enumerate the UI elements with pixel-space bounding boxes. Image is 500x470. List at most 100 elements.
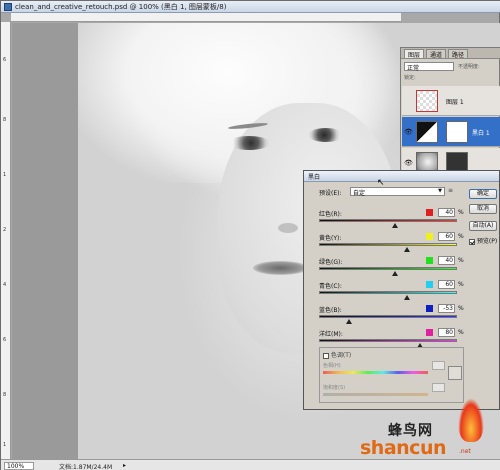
preview-checkbox[interactable] [469, 238, 475, 245]
tint-color-swatch [448, 366, 462, 380]
preset-menu-icon[interactable]: ≡ [448, 187, 460, 196]
preset-value: 自定 [353, 190, 366, 197]
percent-sign: % [458, 305, 464, 312]
slider-thumb[interactable] [391, 223, 398, 228]
percent-sign: % [458, 281, 464, 288]
ruler-tick-label: 1 [3, 172, 7, 178]
document-title: clean_and_creative_retouch.psd @ 100% (黑… [15, 3, 227, 11]
slider-value[interactable]: 60 [438, 280, 455, 289]
ruler-tick-label: 8 [3, 117, 7, 123]
cancel-button[interactable]: 取消 [469, 204, 497, 214]
preset-select[interactable]: 自定 ▼ [350, 187, 445, 197]
slider-thumb[interactable] [404, 295, 411, 300]
slider-value[interactable]: -53 [438, 304, 455, 313]
right-eye [308, 128, 344, 142]
ruler-tick-label: 8 [3, 392, 7, 398]
lock-label: 锁定: [404, 75, 416, 81]
document-size-info: 文档:1.87M/24.4M [59, 464, 113, 470]
adjustment-thumbnail [416, 121, 438, 143]
tint-group: 色调(T) 色相(H) 饱和度(S) [319, 347, 464, 403]
panel-tabs: 图层 通道 路径 [401, 48, 500, 59]
percent-sign: % [458, 257, 464, 264]
left-eye [228, 136, 270, 150]
percent-sign: % [458, 329, 464, 336]
ruler-tick-label: 1 [3, 442, 7, 448]
tint-checkbox[interactable] [323, 352, 329, 359]
slider-track[interactable] [319, 291, 457, 294]
top-ruler [11, 13, 401, 22]
document-titlebar[interactable]: clean_and_creative_retouch.psd @ 100% (黑… [1, 1, 500, 13]
watermark-domain: .net [459, 448, 471, 455]
color-swatch [426, 209, 433, 216]
tab-channels[interactable]: 通道 [426, 49, 447, 59]
slider-thumb[interactable] [346, 319, 353, 324]
slider-label: 蓝色(B): [319, 307, 342, 314]
hue-label: 色相(H) [323, 363, 341, 369]
slider-track[interactable] [319, 243, 457, 246]
saturation-field [432, 383, 445, 392]
slider-value[interactable]: 40 [438, 208, 455, 217]
lock-row: 锁定: [404, 74, 498, 83]
layer-mask-thumbnail[interactable] [446, 121, 468, 143]
percent-sign: % [458, 209, 464, 216]
color-swatch [426, 233, 433, 240]
tint-option[interactable]: 色调(T) [323, 350, 351, 359]
saturation-slider [323, 393, 428, 396]
layer-row-selected[interactable]: 👁 黑白 1 [402, 117, 500, 147]
preview-option[interactable]: 预览(P) [469, 236, 499, 245]
status-bar: 100% 文档:1.87M/24.4M ▸ [1, 459, 500, 470]
slider-thumb[interactable] [391, 271, 398, 276]
eye-icon[interactable]: 👁 [404, 128, 413, 136]
blend-row: 正常 不透明度: [404, 62, 498, 72]
hue-slider [323, 371, 428, 374]
slider-label: 红色(R): [319, 211, 342, 218]
slider-label: 洋红(M): [319, 331, 343, 338]
tab-layers[interactable]: 图层 [404, 49, 425, 59]
layers-panel: 图层 通道 路径 正常 不透明度: 锁定: 图层 1 👁 黑白 1 👁 [400, 47, 500, 187]
layer-name: 黑白 1 [472, 130, 490, 137]
chevron-down-icon: ▼ [438, 188, 442, 194]
slider-value[interactable]: 60 [438, 232, 455, 241]
watermark-brand: shancun [360, 437, 447, 459]
layer-row[interactable]: 图层 1 [402, 86, 500, 116]
nose [278, 223, 298, 233]
opacity-label: 不透明度: [458, 64, 480, 70]
ok-button[interactable]: 确定 [469, 189, 497, 199]
slider-label: 绿色(G): [319, 259, 343, 266]
color-swatch [426, 281, 433, 288]
document-icon [4, 3, 12, 11]
left-ruler: 6 8 1 2 4 6 8 1 [1, 22, 11, 459]
preset-label: 预设(E): [319, 190, 342, 197]
dialog-title: 黑白 [308, 174, 321, 181]
eye-icon[interactable]: 👁 [404, 159, 413, 167]
blend-mode-select[interactable]: 正常 [404, 62, 454, 72]
color-swatch [426, 257, 433, 264]
dialog-titlebar[interactable]: 黑白 [304, 171, 499, 182]
ruler-tick-label: 6 [3, 337, 7, 343]
layer-name: 图层 1 [446, 99, 464, 106]
auto-button[interactable]: 自动(A) [469, 221, 497, 231]
slider-track[interactable] [319, 339, 457, 342]
ruler-tick-label: 2 [3, 227, 7, 233]
tab-paths[interactable]: 路径 [448, 49, 469, 59]
slider-track[interactable] [319, 267, 457, 270]
status-menu-arrow-icon[interactable]: ▸ [123, 462, 131, 470]
layer-thumbnail [416, 90, 438, 112]
flame-logo-icon [458, 398, 484, 442]
canvas-pasteboard[interactable] [12, 23, 78, 459]
black-white-dialog: 黑白 预设(E): 自定 ▼ ≡ 确定 取消 自动(A) 预览(P) 红色(R)… [303, 170, 500, 410]
slider-track[interactable] [319, 219, 457, 222]
ruler-tick-label: 4 [3, 282, 7, 288]
slider-label: 黄色(Y): [319, 235, 342, 242]
color-swatch [426, 329, 433, 336]
preview-label: 预览(P) [476, 238, 498, 245]
lips [253, 261, 308, 275]
percent-sign: % [458, 233, 464, 240]
zoom-field[interactable]: 100% [4, 462, 34, 470]
slider-thumb[interactable] [404, 247, 411, 252]
slider-value[interactable]: 80 [438, 328, 455, 337]
slider-track[interactable] [319, 315, 457, 318]
slider-label: 青色(C): [319, 283, 342, 290]
slider-value[interactable]: 40 [438, 256, 455, 265]
hue-field [432, 361, 445, 370]
